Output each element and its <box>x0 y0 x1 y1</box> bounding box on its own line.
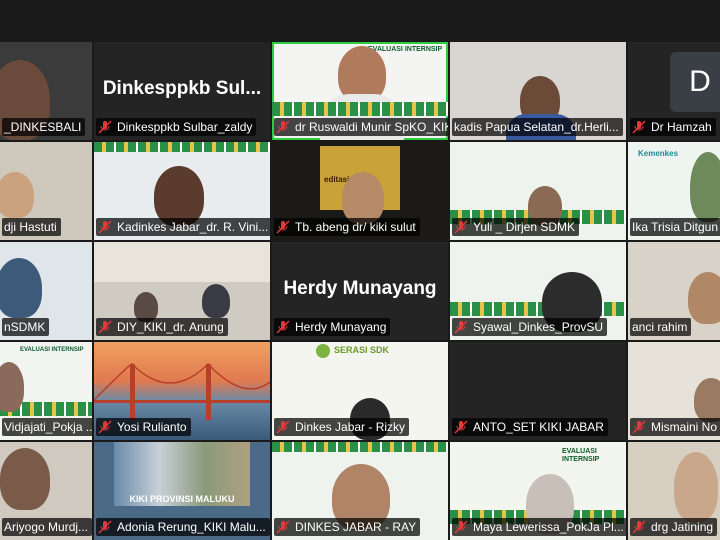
background-banner: EVALUASI INTERNSIP <box>562 448 600 463</box>
participant-avatar: D <box>670 52 720 112</box>
video-tile[interactable]: Mismaini No <box>628 342 720 440</box>
background-pattern <box>272 102 448 116</box>
video-tile[interactable]: _DINKESBALI <box>0 42 92 140</box>
video-tile[interactable]: anci rahim <box>628 242 720 340</box>
participant-name: Ariyogo Murdj... <box>2 518 92 536</box>
mic-muted-icon <box>632 420 646 434</box>
video-tile[interactable]: Kadinkes Jabar_dr. R. Vini... <box>94 142 270 240</box>
video-tile[interactable]: drg Jatining <box>628 442 720 540</box>
participant-name: Vidjajati_Pokja ... <box>2 418 92 436</box>
mic-muted-icon <box>632 520 646 534</box>
video-tile[interactable]: SERASI SDK Dinkes Jabar - Rizky <box>272 342 448 440</box>
participant-video <box>694 378 720 422</box>
participant-name: Syawal_Dinkes_ProvSU <box>452 318 608 336</box>
background-pattern <box>94 142 270 152</box>
participant-name: Yosi Rulianto <box>96 418 191 436</box>
participant-video <box>674 452 718 522</box>
video-tile[interactable]: Herdy Munayang Herdy Munayang <box>272 242 448 340</box>
participant-name: ANTO_SET KIKI JABAR <box>452 418 608 436</box>
mic-muted-icon <box>276 520 290 534</box>
mic-muted-icon <box>454 320 468 334</box>
video-tile[interactable]: Yuli _ Dirjen SDMK <box>450 142 626 240</box>
participant-name: _DINKESBALI <box>2 118 86 136</box>
participant-video <box>690 152 720 222</box>
participant-video <box>154 166 204 226</box>
video-tile-active-speaker[interactable]: EVALUASI INTERNSIP dr Ruswaldi Munir SpK… <box>272 42 448 140</box>
participant-name: Maya Lewerissa_PokJa Pl... <box>452 518 626 536</box>
serasi-logo <box>316 344 330 358</box>
mic-muted-icon <box>632 120 646 134</box>
mic-muted-icon <box>276 320 290 334</box>
video-tile[interactable]: Syawal_Dinkes_ProvSU <box>450 242 626 340</box>
participant-name: anci rahim <box>630 318 692 336</box>
mic-muted-icon <box>98 120 112 134</box>
participant-video <box>202 284 230 318</box>
mic-muted-icon <box>98 520 112 534</box>
participant-name: Herdy Munayang <box>274 318 391 336</box>
participant-name: Ika Trisia Ditgun <box>630 218 720 236</box>
participant-name: Adonia Rerung_KIKI Malu... <box>96 518 270 536</box>
video-tile[interactable]: KIKI PROVINSI MALUKU Adonia Rerung_KIKI … <box>94 442 270 540</box>
participant-name: DINKES JABAR - RAY <box>274 518 421 536</box>
background-banner: KIKI PROVINSI MALUKU <box>129 494 235 504</box>
video-tile[interactable]: EVALUASI INTERNSIP Vidjajati_Pokja ... <box>0 342 92 440</box>
participant-name: Dinkesppkb Sulbar_zaldy <box>96 118 257 136</box>
participant-name: Tb. abeng dr/ kiki sulut <box>274 218 420 236</box>
video-grid: _DINKESBALI Dinkesppkb Sul... Dinkesppkb… <box>0 0 720 540</box>
participant-name: Dr Hamzah <box>630 118 716 136</box>
video-tile[interactable]: Yosi Rulianto <box>94 342 270 440</box>
participant-placeholder-name: Herdy Munayang <box>283 278 437 299</box>
participant-name: Kadinkes Jabar_dr. R. Vini... <box>96 218 270 236</box>
participant-name: drg Jatining <box>630 518 718 536</box>
mic-muted-icon <box>276 120 290 134</box>
background-pattern <box>272 442 448 452</box>
participant-video <box>688 272 720 324</box>
mic-muted-icon <box>98 420 112 434</box>
video-tile[interactable]: kadis Papua Selatan_dr.Herli... <box>450 42 626 140</box>
video-tile[interactable]: D Dr Hamzah <box>628 42 720 140</box>
background-wall <box>94 242 270 282</box>
participant-name: nSDMK <box>2 318 50 336</box>
video-tile[interactable]: EVALUASI INTERNSIP Maya Lewerissa_PokJa … <box>450 442 626 540</box>
mic-muted-icon <box>276 220 290 234</box>
background-banner: EVALUASI INTERNSIP <box>20 347 84 353</box>
mic-muted-icon <box>454 420 468 434</box>
mic-muted-icon <box>276 420 290 434</box>
participant-name: Dinkes Jabar - Rizky <box>274 418 410 436</box>
mic-muted-icon <box>98 220 112 234</box>
participant-video <box>0 258 42 318</box>
participant-placeholder-name: Dinkesppkb Sul... <box>102 78 262 99</box>
participant-video <box>342 172 384 224</box>
background-banner: SERASI SDK <box>334 345 390 355</box>
participant-name: dr Ruswaldi Munir SpKO_KIK... <box>274 118 448 136</box>
participant-name: dji Hastuti <box>2 218 61 236</box>
participant-video <box>0 172 34 218</box>
video-tile[interactable]: Kemenkes Ika Trisia Ditgun <box>628 142 720 240</box>
background-banner: EVALUASI INTERNSIP <box>368 46 443 53</box>
mic-muted-icon <box>454 520 468 534</box>
video-tile[interactable]: nSDMK <box>0 242 92 340</box>
participant-name: kadis Papua Selatan_dr.Herli... <box>452 118 623 136</box>
participant-name: Yuli _ Dirjen SDMK <box>452 218 580 236</box>
mic-muted-icon <box>98 320 112 334</box>
video-tile[interactable]: ANTO_SET KIKI JABAR <box>450 342 626 440</box>
mic-muted-icon <box>454 220 468 234</box>
participant-name: DIY_KIKI_dr. Anung <box>96 318 228 336</box>
participant-video <box>0 448 50 510</box>
background-banner: Kemenkes <box>638 149 679 158</box>
video-tile[interactable]: Ariyogo Murdj... <box>0 442 92 540</box>
video-tile[interactable]: dji Hastuti <box>0 142 92 240</box>
participant-name: Mismaini No <box>630 418 720 436</box>
video-tile[interactable]: DIY_KIKI_dr. Anung <box>94 242 270 340</box>
participant-video <box>0 362 24 412</box>
video-tile[interactable]: DINKES JABAR - RAY <box>272 442 448 540</box>
video-tile[interactable]: Dinkesppkb Sul... Dinkesppkb Sulbar_zald… <box>94 42 270 140</box>
video-tile[interactable]: editasi R Tb. abeng dr/ kiki sulut <box>272 142 448 240</box>
